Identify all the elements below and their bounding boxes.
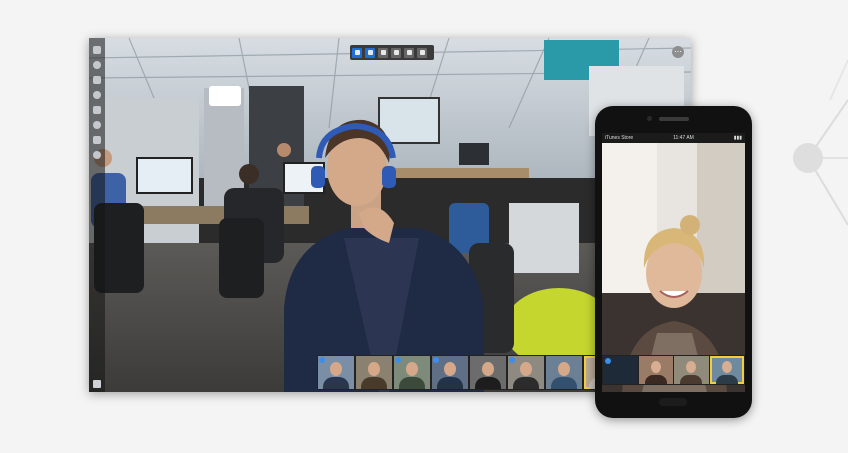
speaker-badge-icon <box>433 357 439 363</box>
mobile-video-feed[interactable] <box>602 133 745 392</box>
front-camera <box>647 116 652 121</box>
speaker-badge-icon <box>395 357 401 363</box>
speaker-badge-icon <box>509 357 515 363</box>
tab-window-button[interactable] <box>391 47 401 58</box>
participant-body <box>437 377 463 389</box>
mobile-participant-thumbnail[interactable] <box>674 356 709 384</box>
participant-face <box>650 361 661 373</box>
participant-thumbnail[interactable] <box>356 356 392 389</box>
participant-thumbnail[interactable] <box>546 356 582 389</box>
tab-more-button[interactable] <box>417 47 427 58</box>
participant-face <box>558 362 570 376</box>
earpiece <box>659 117 689 121</box>
home-button[interactable] <box>659 398 687 406</box>
mobile-participant-thumbnail[interactable] <box>709 356 744 384</box>
mobile-call-screen: iTunes Store 11:47 AM ▮▮▮ <box>602 133 745 392</box>
tab-window-icon <box>393 50 399 55</box>
battery-icon: ▮▮▮ <box>733 135 742 141</box>
mobile-participant-strip <box>602 355 745 385</box>
participant-face <box>721 361 732 373</box>
share-icon[interactable] <box>93 121 101 129</box>
participant-thumbnail[interactable] <box>508 356 544 389</box>
participant-face <box>368 362 380 376</box>
camera-icon[interactable] <box>93 76 101 84</box>
participant-body <box>551 377 577 389</box>
mobile-participant-thumbnail[interactable] <box>603 356 638 384</box>
tab-screen-icon <box>380 50 386 55</box>
record-icon[interactable] <box>93 91 101 99</box>
left-toolbar <box>89 38 105 392</box>
speaker-badge-icon <box>605 358 611 364</box>
participant-body <box>680 375 703 384</box>
video-controls-toolbar <box>350 45 434 60</box>
info-icon[interactable] <box>93 136 101 144</box>
participant-filmstrip <box>317 355 621 390</box>
like-icon[interactable] <box>93 380 101 388</box>
participant-face <box>520 362 532 376</box>
participant-thumbnail[interactable] <box>470 356 506 389</box>
settings-icon[interactable] <box>93 106 101 114</box>
participant-face <box>406 362 418 376</box>
time-label: 11:47 AM <box>673 135 694 141</box>
status-bar: iTunes Store 11:47 AM ▮▮▮ <box>602 133 745 143</box>
participant-face <box>330 362 342 376</box>
participant-face <box>482 362 494 376</box>
participant-body <box>323 377 349 389</box>
tab-video-button[interactable] <box>365 47 375 58</box>
mobile-participant-thumbnail[interactable] <box>638 356 673 384</box>
participant-face <box>444 362 456 376</box>
participant-body <box>715 375 738 384</box>
participant-body <box>399 377 425 389</box>
mobile-device: iTunes Store 11:47 AM ▮▮▮ <box>595 106 752 418</box>
tab-layout-button[interactable] <box>404 47 414 58</box>
tab-screen-button[interactable] <box>378 47 388 58</box>
speaker-badge-icon <box>319 357 325 363</box>
tab-video-icon <box>367 50 373 55</box>
logo-icon[interactable] <box>93 46 101 54</box>
participant-body <box>513 377 539 389</box>
tab-pointer-button[interactable] <box>352 47 362 58</box>
chat-icon[interactable] <box>93 61 101 69</box>
menu-button[interactable]: ⋯ <box>672 46 684 58</box>
participant-body <box>361 377 387 389</box>
tab-more-icon <box>419 50 425 55</box>
participant-face <box>686 361 697 373</box>
participant-body <box>475 377 501 389</box>
people-icon[interactable] <box>93 151 101 159</box>
tab-pointer-icon <box>354 50 360 55</box>
participant-thumbnail[interactable] <box>394 356 430 389</box>
carrier-label: iTunes Store <box>605 135 634 141</box>
participant-thumbnail[interactable] <box>432 356 468 389</box>
participant-thumbnail[interactable] <box>318 356 354 389</box>
tab-layout-icon <box>406 50 412 55</box>
participant-body <box>644 375 667 384</box>
